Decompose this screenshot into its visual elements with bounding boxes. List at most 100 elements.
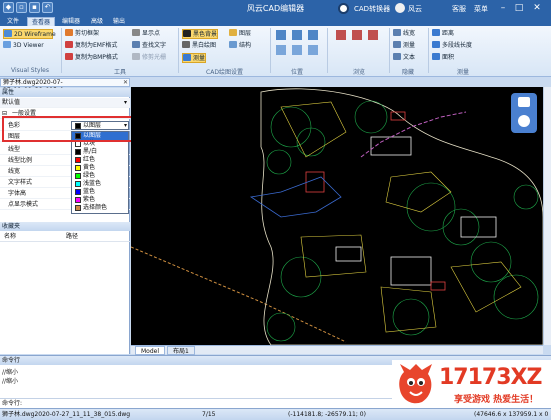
hide-label: 隐藏 xyxy=(401,69,414,76)
color-option[interactable]: 黑/白 xyxy=(72,148,128,156)
first-page-icon[interactable] xyxy=(336,30,346,40)
layers-button[interactable]: 图层 xyxy=(229,29,251,39)
vertical-scrollbar[interactable] xyxy=(543,87,551,345)
tab-model[interactable]: Model xyxy=(135,346,166,355)
menu-advanced[interactable]: 高级 xyxy=(87,17,107,26)
find-text-button[interactable]: 查找文字 xyxy=(132,41,166,51)
black-bg-icon xyxy=(183,30,191,37)
copy-bmp-button[interactable]: 复制为BMP格式 xyxy=(65,53,118,63)
cad-settings-label: CAD绘图设置 xyxy=(206,69,243,76)
color-swatch xyxy=(75,165,81,171)
hide-measure-button[interactable]: 测量 xyxy=(393,41,415,51)
fullscreen-icon[interactable] xyxy=(518,97,530,107)
menu-editor[interactable]: 编辑器 xyxy=(58,17,84,26)
bw-drawing-button[interactable]: 黑白绘图 xyxy=(182,41,216,51)
tab-layout1[interactable]: 布局1 xyxy=(167,346,195,355)
trim-icon xyxy=(132,53,140,60)
measure-drawing-button[interactable]: 测量 xyxy=(182,53,207,63)
status-page: 7/15 xyxy=(202,411,216,418)
status-size: (47646.6 x 137959.1 x 0 xyxy=(474,411,549,418)
window-title: 风云CAD编辑器 xyxy=(246,4,305,13)
status-file: 狮子林.dwg2020-07-27_11_11_38_015.dwg xyxy=(2,411,131,418)
black-background-button[interactable]: 黑色背景 xyxy=(182,29,219,39)
menu-file[interactable]: 文件 xyxy=(3,17,23,26)
color-option[interactable]: 紫色 xyxy=(72,196,128,204)
polyline-length-button[interactable]: 多段线长度 xyxy=(432,41,472,51)
command-input[interactable]: 命令行: xyxy=(0,398,392,408)
cad-converter-toggle-icon[interactable] xyxy=(338,3,349,14)
color-swatch xyxy=(75,197,81,203)
user-name[interactable]: 风云 xyxy=(408,4,422,14)
wireframe-2d-button[interactable]: 2D Wireframe xyxy=(3,29,56,39)
model-tabs: Model 布局1 xyxy=(131,345,543,355)
copy-emf-button[interactable]: 复制为EMF格式 xyxy=(65,41,117,51)
properties-header: 属性 xyxy=(0,88,130,97)
distance-button[interactable]: 距离 xyxy=(432,29,454,39)
hide-lineweight-button[interactable]: 线宽 xyxy=(393,29,415,39)
favorites-header: 收藏夹 xyxy=(0,222,130,231)
distance-icon xyxy=(432,29,440,36)
scissors-icon xyxy=(65,29,73,36)
area-button[interactable]: 面积 xyxy=(432,53,454,63)
cad-converter-link[interactable]: CAD转换器 xyxy=(354,4,390,14)
command-history-line: //缩小 xyxy=(2,378,19,385)
color-option[interactable]: 红色 xyxy=(72,156,128,164)
last-page-icon[interactable] xyxy=(368,30,378,40)
color-dropdown: 以图层 以块 黑/白 红色 黄色 绿色 浅蓝色 蓝色 紫色 选择颜色 xyxy=(71,131,129,214)
menu-output[interactable]: 输出 xyxy=(109,17,129,26)
measure-label: 测量 xyxy=(456,69,469,76)
position-label: 位置 xyxy=(290,69,303,76)
user-avatar[interactable] xyxy=(395,3,405,13)
show-points-button[interactable]: 显示点 xyxy=(132,29,160,39)
color-option[interactable]: 蓝色 xyxy=(72,188,128,196)
drawing-canvas[interactable] xyxy=(131,87,543,345)
separator xyxy=(327,28,328,73)
document-tab[interactable]: 狮子林.dwg2020-07-27_11_11_38_015.dwg ✕ xyxy=(0,78,130,94)
close-window-button[interactable]: ✕ xyxy=(530,1,544,15)
maximize-button[interactable]: □ xyxy=(512,1,526,15)
color-option[interactable]: 选择颜色 xyxy=(72,204,128,212)
polyline-icon xyxy=(432,41,440,48)
title-bar: ◆ ▫ ▪ ↶ 风云CAD编辑器 CAD转换器 风云 客服 菜单 – □ ✕ xyxy=(0,0,551,17)
next-page-icon[interactable] xyxy=(352,30,362,40)
chevron-down-icon: ▾ xyxy=(123,99,127,106)
tools-label: 工具 xyxy=(113,69,126,76)
zoom-extents-icon[interactable] xyxy=(308,30,318,40)
hide-text-button[interactable]: 文本 xyxy=(393,53,415,63)
structure-button[interactable]: 结构 xyxy=(229,41,251,51)
logo-slogan: 享受游戏 热爱生活！ xyxy=(454,395,539,405)
lineweight-icon xyxy=(393,29,401,36)
zoom-previous-icon[interactable] xyxy=(308,45,318,55)
zoom-window-icon[interactable] xyxy=(292,45,302,55)
text-icon xyxy=(393,53,401,60)
favorites-col-path[interactable]: 路径 xyxy=(66,232,78,242)
clip-frame-button[interactable]: 剪切框架 xyxy=(65,29,99,39)
color-option[interactable]: 黄色 xyxy=(72,164,128,172)
color-option[interactable]: 绿色 xyxy=(72,172,128,180)
menu-viewer[interactable]: 查看器 xyxy=(27,17,56,26)
favorites-col-name[interactable]: 名称 xyxy=(4,232,16,242)
bw-icon xyxy=(182,41,190,48)
pan-icon[interactable] xyxy=(276,45,286,55)
cad-drawing xyxy=(131,88,543,345)
watermark-logo: 17173XZ 享受游戏 热爱生活！ xyxy=(392,360,551,408)
floating-toolbar xyxy=(511,93,537,133)
service-link[interactable]: 客服 xyxy=(452,4,466,14)
measure-icon xyxy=(183,54,191,61)
command-history-line: //缩小 xyxy=(2,369,19,376)
minimize-button[interactable]: – xyxy=(496,1,510,15)
zoom-fit-icon[interactable] xyxy=(518,115,530,127)
trim-raster-button[interactable]: 修剪光栅 xyxy=(132,53,166,63)
zoom-in-icon[interactable] xyxy=(276,30,286,40)
status-coords: (-114181.8; -26579.11; 0) xyxy=(288,411,366,418)
default-value-selector[interactable]: 默认值 ▾ xyxy=(0,98,130,108)
color-swatch xyxy=(75,189,81,195)
zoom-out-icon[interactable] xyxy=(292,30,302,40)
separator xyxy=(61,28,62,73)
close-tab-icon[interactable]: ✕ xyxy=(123,79,128,87)
area-icon xyxy=(432,53,440,60)
menu-link[interactable]: 菜单 xyxy=(474,4,488,14)
color-option[interactable]: 浅蓝色 xyxy=(72,180,128,188)
viewer-3d-button[interactable]: 3D Viewer xyxy=(3,41,44,51)
color-swatch xyxy=(75,157,81,163)
